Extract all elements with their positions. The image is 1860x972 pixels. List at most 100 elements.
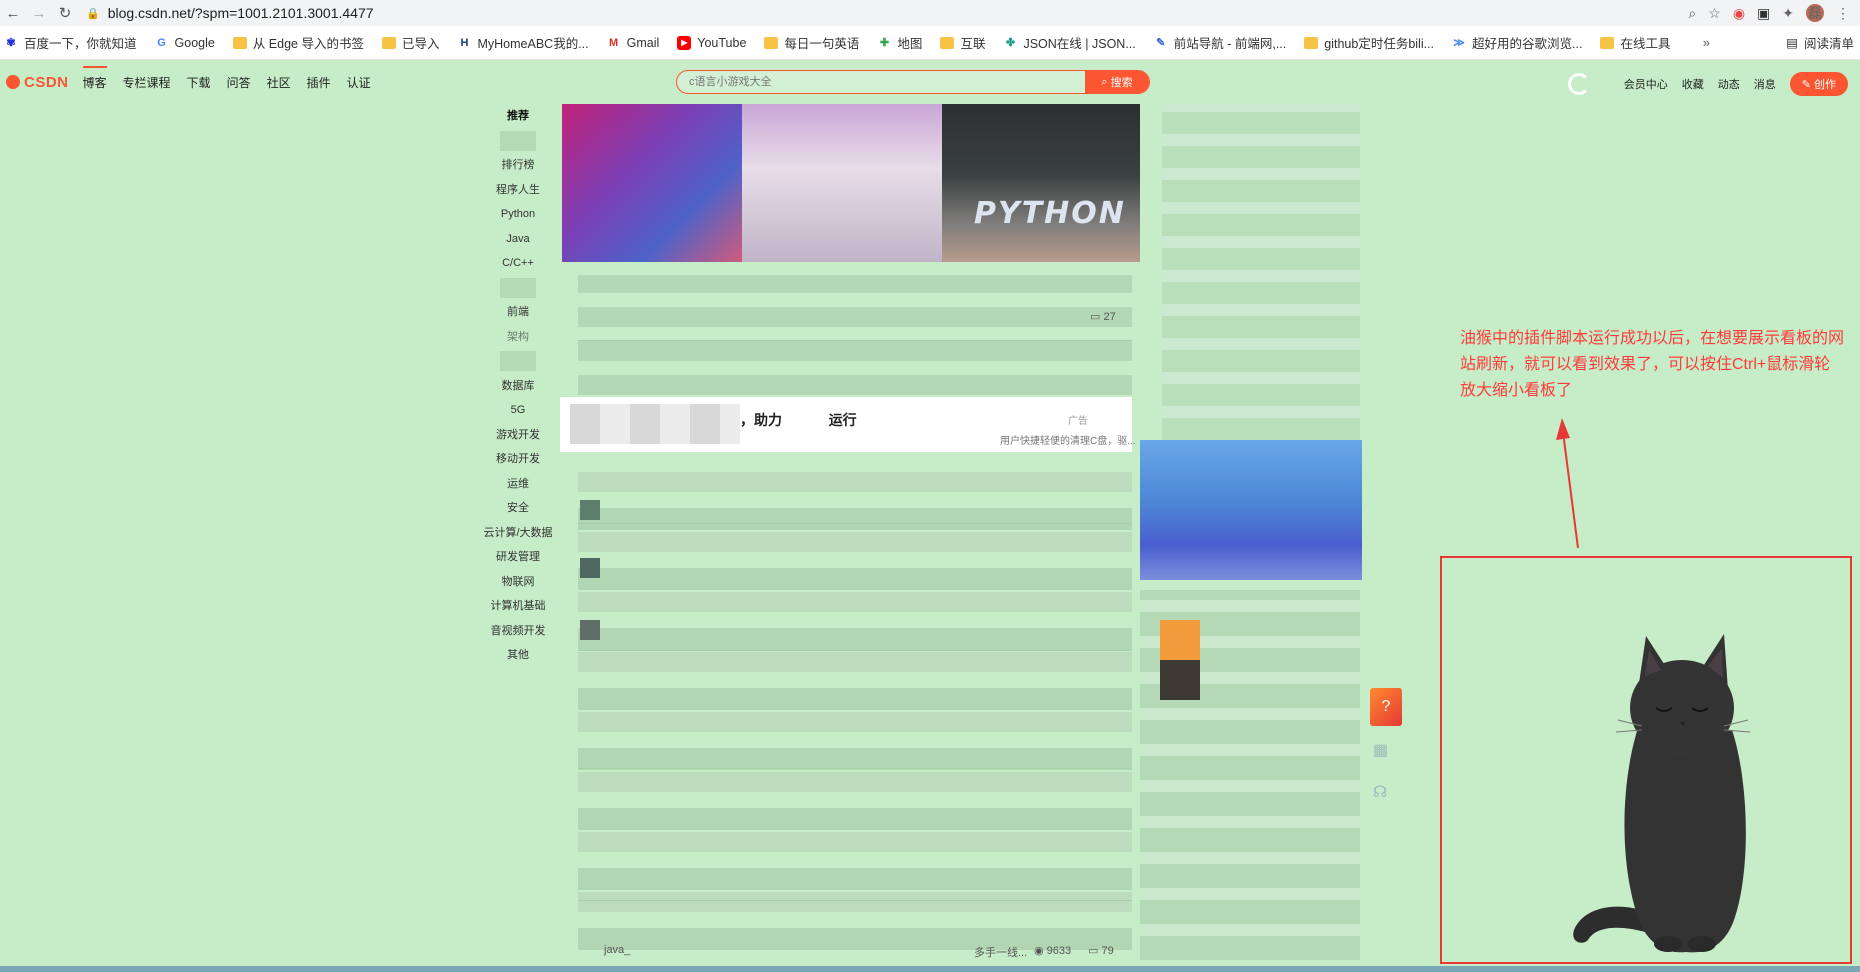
category-architecture[interactable]: 架构 <box>474 325 562 350</box>
zoom-search-icon[interactable]: ⌕ <box>1688 5 1696 22</box>
bookmark-github-folder[interactable]: github定时任务bili... <box>1304 33 1434 52</box>
ad-card-blur <box>570 404 740 444</box>
category-cloud[interactable]: 云计算/大数据 <box>474 521 562 546</box>
lock-icon: 🔒 <box>86 7 100 20</box>
bookmark-tools-folder[interactable]: 在线工具 <box>1600 33 1670 52</box>
gmail-icon: M <box>609 36 619 49</box>
reading-list-button[interactable]: ▤ 阅读清单 <box>1786 33 1854 52</box>
banner-carousel[interactable]: PYTHON <box>562 104 1140 262</box>
category-database[interactable]: 数据库 <box>474 374 562 399</box>
category-cs-basics[interactable]: 计算机基础 <box>474 594 562 619</box>
menu-dots-icon[interactable]: ⋮ <box>1836 5 1850 22</box>
feed-divider <box>578 650 1132 651</box>
address-bar[interactable]: 🔒 blog.csdn.net/?spm=1001.2101.3001.4477 <box>86 5 374 21</box>
bookmark-maps[interactable]: ✚ 地图 <box>877 33 923 52</box>
banner-pixel-block <box>942 104 1140 262</box>
category-av[interactable]: 音视频开发 <box>474 619 562 644</box>
bookmark-edge-folder[interactable]: 从 Edge 导入的书签 <box>232 33 364 52</box>
category-mobile[interactable]: 移动开发 <box>474 447 562 472</box>
annotation-note: 油猴中的插件脚本运行成功以后，在想要展示看板的网站刷新，就可以看到效果了，可以按… <box>1460 330 1845 399</box>
google-icon: G <box>157 36 166 49</box>
eye-icon: ◉ <box>1034 945 1044 957</box>
nav-cert[interactable]: 认证 <box>347 74 371 91</box>
messages-link[interactable]: 消息 <box>1754 76 1776 92</box>
last-item-snippet: 多手一线... <box>974 947 1028 959</box>
header-right: 会员中心 收藏 动态 消息 ✎ 创作 <box>1567 72 1848 96</box>
pen-icon: ✎ <box>1801 79 1811 91</box>
member-center-link[interactable]: 会员中心 <box>1624 76 1668 92</box>
category-placeholder-blur <box>474 349 562 374</box>
v-icon: ≫ <box>1453 37 1465 49</box>
chrome-extension-icon[interactable]: ◉ <box>1733 5 1745 22</box>
bookmark-baidu[interactable]: ✾ 百度一下，你就知道 <box>4 33 136 52</box>
bookmark-myhome[interactable]: H MyHomeABC我的... <box>457 33 589 52</box>
category-other[interactable]: 其他 <box>474 643 562 668</box>
baidu-icon: ✾ <box>6 37 16 49</box>
nav-community[interactable]: 社区 <box>267 74 291 91</box>
back-arrow-icon[interactable]: ← <box>0 0 26 26</box>
category-python[interactable]: Python <box>474 202 562 227</box>
search-input[interactable] <box>677 71 1085 93</box>
feed-thumb-dark <box>580 558 600 578</box>
comment-icon: ▭ <box>1090 311 1101 323</box>
category-ranking[interactable]: 排行榜 <box>474 153 562 178</box>
csdn-logo-icon <box>6 75 20 89</box>
nav-plugin[interactable]: 插件 <box>307 74 331 91</box>
nav-blog[interactable]: 博客 <box>82 65 107 91</box>
category-gamedev[interactable]: 游戏开发 <box>474 423 562 448</box>
nav-courses[interactable]: 专栏课程 <box>123 74 171 91</box>
folder-icon <box>764 36 779 49</box>
feed-thumb-dark <box>580 620 600 640</box>
bookmark-gmail[interactable]: M Gmail <box>607 36 659 50</box>
category-security[interactable]: 安全 <box>474 496 562 521</box>
create-button[interactable]: ✎ 创作 <box>1789 72 1848 96</box>
puzzle-icon[interactable]: ✦ <box>1782 5 1794 22</box>
json-icon: ✤ <box>1005 37 1016 49</box>
notification-extension-icon[interactable]: ▣ <box>1757 5 1770 22</box>
bookmark-youtube[interactable]: ▶ YouTube <box>677 35 746 50</box>
bookmark-google[interactable]: G Google <box>155 36 215 50</box>
folder-icon <box>381 36 396 49</box>
activity-link[interactable]: 动态 <box>1718 76 1740 92</box>
search-button[interactable]: ⌕ 搜索 <box>1085 71 1149 93</box>
feed-thumb-dark <box>580 500 600 520</box>
qr-code-icon[interactable]: ▦ <box>1373 740 1397 764</box>
last-item-author: java_ <box>604 944 631 956</box>
nav-download[interactable]: 下载 <box>187 74 211 91</box>
youtube-icon: ▶ <box>677 35 692 50</box>
right-thumb-orange <box>1160 620 1200 660</box>
bookmark-english-folder[interactable]: 每日一句英语 <box>764 33 859 52</box>
bookmark-huli-folder[interactable]: 互联 <box>940 33 985 52</box>
category-frontend[interactable]: 前端 <box>474 300 562 325</box>
category-ops[interactable]: 运维 <box>474 472 562 497</box>
category-iot[interactable]: 物联网 <box>474 570 562 595</box>
category-java[interactable]: Java <box>474 227 562 252</box>
category-5g[interactable]: 5G <box>474 398 562 423</box>
folder-icon <box>940 36 955 49</box>
star-icon[interactable]: ☆ <box>1708 5 1721 22</box>
folder-icon <box>1600 36 1615 49</box>
nav-qa[interactable]: 问答 <box>227 74 251 91</box>
avatar[interactable]: 磊 <box>1806 4 1824 22</box>
bookmark-imported-folder[interactable]: 已导入 <box>381 33 439 52</box>
banner-pixel-block <box>742 104 942 262</box>
bookmarks-more-button[interactable]: » <box>1703 35 1710 50</box>
bookmark-chrome-tips[interactable]: ≫ 超好用的谷歌浏览... <box>1452 33 1582 52</box>
category-recommend[interactable]: 推荐 <box>474 104 562 129</box>
reload-icon[interactable]: ↻ <box>52 0 78 26</box>
bookmark-frontend-nav[interactable]: ✎ 前站导航 - 前端网,... <box>1154 33 1286 52</box>
category-nav: 推荐 排行榜 程序人生 Python Java C/C++ 前端 架构 数据库 … <box>474 104 562 668</box>
mascot-box-icon[interactable]: ? <box>1370 688 1402 726</box>
category-life[interactable]: 程序人生 <box>474 178 562 203</box>
right-ad-blue[interactable] <box>1140 440 1362 580</box>
category-rd-mgmt[interactable]: 研发管理 <box>474 545 562 570</box>
bookmark-json[interactable]: ✤ JSON在线 | JSON... <box>1003 33 1136 52</box>
favorites-link[interactable]: 收藏 <box>1682 76 1704 92</box>
forward-arrow-icon[interactable]: → <box>26 0 52 26</box>
right-sidebar-blur <box>1162 104 1360 440</box>
black-cat-image[interactable] <box>1442 558 1850 962</box>
csdn-logo[interactable]: CSDN <box>6 74 69 91</box>
category-cpp[interactable]: C/C++ <box>474 251 562 276</box>
headset-icon[interactable]: ☊ <box>1373 782 1397 806</box>
csdn-header: CSDN 博客 专栏课程 下载 问答 社区 插件 认证 ⌕ 搜索 会员中心 收藏… <box>0 60 1860 104</box>
